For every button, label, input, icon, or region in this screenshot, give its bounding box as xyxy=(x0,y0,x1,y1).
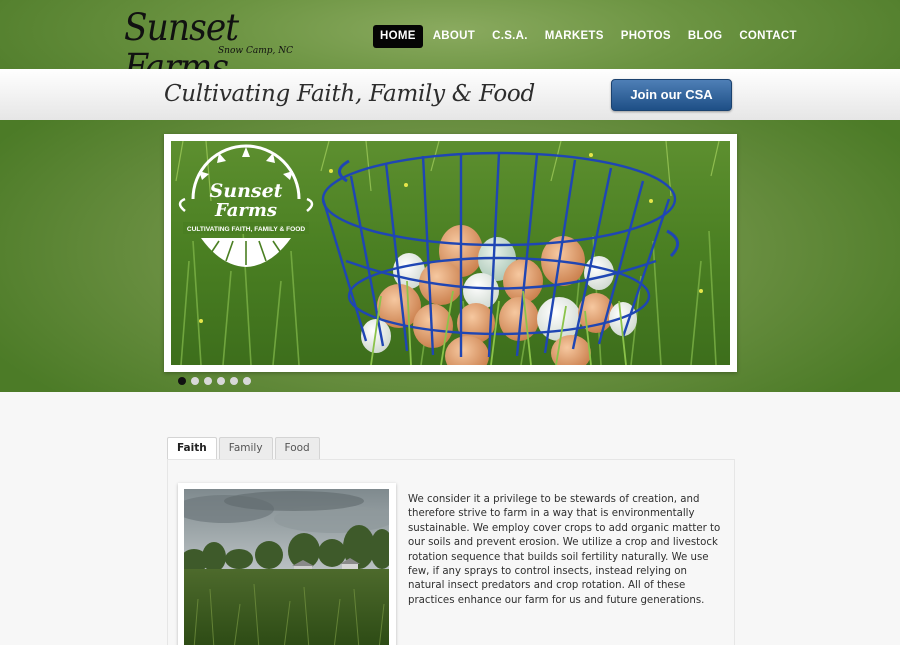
site-logo[interactable]: Sunset Farms Snow Camp, NC xyxy=(124,8,330,88)
nav-home[interactable]: HOME xyxy=(373,25,423,48)
farm-field-illustration xyxy=(184,489,389,645)
faith-description: We consider it a privilege to be steward… xyxy=(408,494,721,606)
site-location: Snow Camp, NC xyxy=(218,46,293,56)
badge-title-line2: Farms xyxy=(214,200,277,221)
join-csa-button[interactable]: Join our CSA xyxy=(611,79,732,111)
slider-dot-3[interactable] xyxy=(204,377,212,385)
nav-markets[interactable]: MARKETS xyxy=(538,25,611,48)
slider-dot-6[interactable] xyxy=(243,377,251,385)
tab-faith[interactable]: Faith xyxy=(167,437,217,460)
slider: Sunset Farms CULTIVATING FAITH, FAMILY &… xyxy=(164,134,737,372)
slider-pagination xyxy=(178,377,256,385)
tagline-band: Cultivating Faith, Family & Food Join ou… xyxy=(0,69,900,120)
slide-image-egg-basket: Sunset Farms CULTIVATING FAITH, FAMILY &… xyxy=(171,141,730,365)
farm-field-photo xyxy=(184,489,389,645)
hero-section: Sunset Farms CULTIVATING FAITH, FAMILY &… xyxy=(0,120,900,392)
egg-basket-illustration: Sunset Farms CULTIVATING FAITH, FAMILY &… xyxy=(171,141,730,365)
nav-csa[interactable]: C.S.A. xyxy=(485,25,535,48)
content-tabs: Faith Family Food xyxy=(167,437,322,460)
badge-title-line1: Sunset xyxy=(210,180,283,202)
nav-about[interactable]: ABOUT xyxy=(426,25,482,48)
tab-family[interactable]: Family xyxy=(218,437,273,460)
slider-dot-4[interactable] xyxy=(217,377,225,385)
slider-dot-2[interactable] xyxy=(191,377,199,385)
site-header: Sunset Farms Snow Camp, NC HOME ABOUT C.… xyxy=(0,0,900,88)
tagline: Cultivating Faith, Family & Food xyxy=(164,81,535,107)
farm-photo-frame xyxy=(178,483,396,645)
nav-contact[interactable]: CONTACT xyxy=(732,25,803,48)
nav-photos[interactable]: PHOTOS xyxy=(614,25,678,48)
badge-tagline: CULTIVATING FAITH, FAMILY & FOOD xyxy=(187,226,306,233)
slider-dot-1[interactable] xyxy=(178,377,186,385)
main-nav: HOME ABOUT C.S.A. MARKETS PHOTOS BLOG CO… xyxy=(373,25,807,48)
nav-blog[interactable]: BLOG xyxy=(681,25,729,48)
tab-food[interactable]: Food xyxy=(274,437,320,460)
tab-panel-faith: We consider it a privilege to be steward… xyxy=(167,459,735,645)
slider-dot-5[interactable] xyxy=(230,377,238,385)
